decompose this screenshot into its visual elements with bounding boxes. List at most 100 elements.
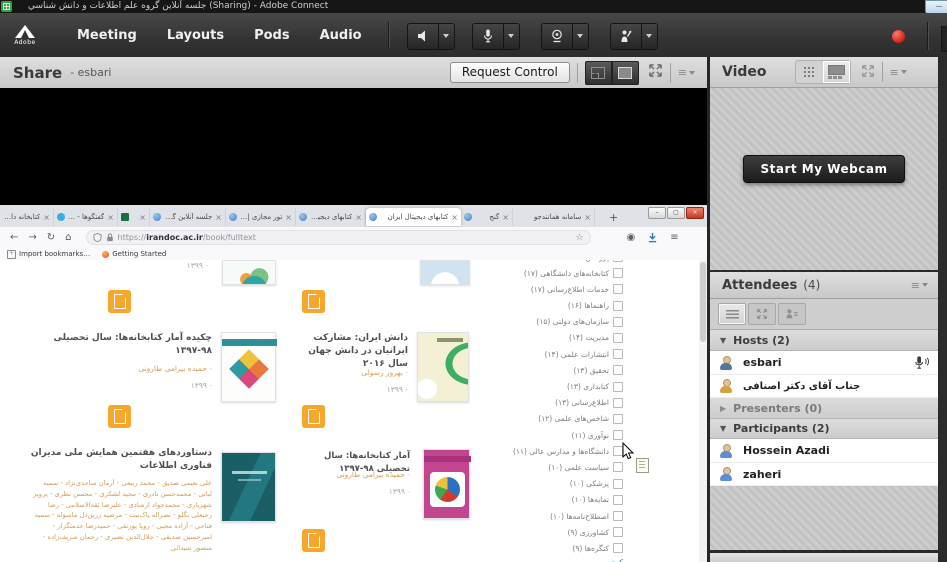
category-checkbox[interactable]: [613, 479, 623, 489]
share-pod-menu-button[interactable]: ≡: [678, 66, 695, 79]
home-icon[interactable]: ⌂: [65, 232, 71, 243]
video-fullscreen-button[interactable]: [861, 63, 875, 82]
new-tab-button[interactable]: +: [609, 211, 618, 224]
raise-hand-button[interactable]: [610, 23, 642, 50]
book-title[interactable]: دانش ایران: مشارکت ایرانیان در دانش جهان…: [288, 332, 408, 371]
category-item[interactable]: راهنماها (۱۶): [497, 301, 623, 311]
category-item[interactable]: پژوهش: [497, 260, 623, 262]
category-checkbox[interactable]: [613, 284, 623, 294]
menu-meeting[interactable]: Meeting: [77, 28, 137, 43]
category-item[interactable]: مدیریت (۱۴): [497, 333, 623, 343]
book-cover[interactable]: [221, 452, 276, 522]
browser-minimize-button[interactable]: –: [648, 207, 666, 219]
browser-close-button[interactable]: ×: [686, 207, 704, 219]
menubar-overflow-button[interactable]: [941, 26, 947, 52]
pdf-download-icon[interactable]: [108, 405, 131, 428]
speaker-button[interactable]: [407, 23, 439, 50]
request-control-button[interactable]: Request Control: [450, 62, 570, 83]
browser-tab[interactable]: کتابهای دیجیتال ایران ×: [296, 208, 366, 226]
tab-close-icon[interactable]: ×: [502, 213, 509, 222]
scrollbar-thumb[interactable]: [700, 262, 706, 342]
webcam-button[interactable]: [541, 23, 573, 50]
attendee-row[interactable]: esbari: [710, 351, 938, 375]
browser-tab-active[interactable]: کتابهای دیجیتال ایران ×: [366, 208, 461, 226]
book-cover[interactable]: [222, 260, 276, 285]
microphone-dropdown[interactable]: [504, 23, 520, 50]
browser-tab[interactable]: جلسه آنلاین گروه علم ×: [150, 208, 226, 226]
status-dropdown[interactable]: [642, 23, 658, 50]
pdf-download-icon[interactable]: [108, 290, 131, 313]
url-bar[interactable]: https://irandoc.ac.ir/book/fulltext ☆: [86, 230, 591, 245]
tab-close-icon[interactable]: ×: [215, 213, 222, 222]
category-checkbox[interactable]: [613, 382, 623, 392]
category-checkbox[interactable]: [613, 333, 623, 343]
category-checkbox[interactable]: [613, 398, 623, 408]
tab-close-icon[interactable]: ×: [584, 213, 591, 222]
category-checkbox[interactable]: [613, 317, 623, 327]
pdf-download-icon[interactable]: [302, 405, 325, 428]
book-cover[interactable]: [221, 332, 276, 402]
pdf-download-icon[interactable]: [302, 290, 325, 313]
tab-close-icon[interactable]: ×: [139, 213, 146, 222]
category-checkbox[interactable]: [613, 462, 623, 472]
forward-icon[interactable]: →: [28, 232, 36, 243]
pdf-download-icon[interactable]: [302, 529, 325, 552]
start-my-webcam-button[interactable]: Start My Webcam: [743, 155, 904, 183]
reload-icon[interactable]: ↻: [47, 232, 55, 243]
category-item[interactable]: تحقیق (۱۳): [497, 365, 623, 375]
hosts-section-header[interactable]: ▼ Hosts (2): [710, 330, 938, 351]
category-item[interactable]: خدمات اطلاع‌رسانی (۱۷): [497, 284, 623, 294]
category-checkbox[interactable]: [613, 527, 623, 537]
category-item[interactable]: نوآوری (۱۱): [497, 430, 623, 440]
attendee-row[interactable]: Hossein Azadi: [710, 439, 938, 463]
category-item[interactable]: دانشگاه‌ها و مدارس عالی (۱۱): [497, 446, 623, 456]
breakout-view-button[interactable]: [748, 303, 776, 325]
category-item[interactable]: اصطلاح‌نامه‌ها (۱۰): [497, 511, 623, 521]
tab-close-icon[interactable]: ×: [43, 213, 50, 222]
category-checkbox[interactable]: [613, 365, 623, 375]
book-title[interactable]: چکیده آمار کتابخانه‌ها: سال تحصیلی ۹۸-۱۳…: [30, 332, 212, 358]
browser-menu-icon[interactable]: ≡: [670, 232, 678, 243]
share-view-toggle-filled[interactable]: [612, 61, 639, 85]
menu-audio[interactable]: Audio: [320, 28, 362, 43]
download-icon[interactable]: [647, 232, 658, 243]
browser-tab[interactable]: ×: [118, 208, 150, 226]
extension-icon[interactable]: ◉: [627, 232, 636, 243]
show-less-link[interactable]: کمتر: [497, 558, 623, 562]
category-checkbox[interactable]: [613, 511, 623, 521]
browser-tab[interactable]: کتابخانه دانشگاه شهید بهشتی ×: [0, 208, 54, 226]
book-cover[interactable]: [420, 260, 470, 285]
os-minimize-button[interactable]: —: [925, 0, 947, 14]
filmstrip-view-button[interactable]: [823, 61, 850, 83]
video-pod-menu-button[interactable]: ≡: [890, 66, 907, 79]
category-checkbox[interactable]: [613, 349, 623, 359]
presenters-section-header[interactable]: ▶ Presenters (0): [710, 398, 938, 419]
participants-section-header[interactable]: ▼ Participants (2): [710, 419, 938, 439]
browser-tab[interactable]: سامانه همانندجو ×: [513, 208, 595, 226]
category-item[interactable]: نمایه‌ها (۱۰): [497, 495, 623, 505]
book-authors[interactable]: علی نعیمی صدیق - محمد ربیعی - آرمان ساجد…: [30, 478, 212, 562]
category-checkbox[interactable]: [613, 260, 623, 262]
category-item[interactable]: سیاست علمی (۱۰): [497, 462, 623, 472]
category-checkbox[interactable]: [613, 543, 623, 553]
category-item[interactable]: شاخص‌های علمی (۱۲): [497, 414, 623, 424]
category-checkbox[interactable]: [613, 268, 623, 278]
book-author[interactable]: بهروز رسولی: [288, 368, 408, 378]
attendees-pod-menu-button[interactable]: ≡: [911, 279, 928, 292]
import-bookmarks-link[interactable]: Import bookmarks…: [19, 250, 90, 258]
book-cover[interactable]: [417, 332, 469, 402]
speaker-dropdown[interactable]: [439, 23, 455, 50]
tab-close-icon[interactable]: ×: [355, 213, 362, 222]
category-item[interactable]: کنگره‌ها (۹): [497, 543, 623, 553]
category-item[interactable]: کتابخانه‌های دانشگاهی (۱۷): [497, 268, 623, 278]
microphone-button[interactable]: [472, 23, 504, 50]
tab-close-icon[interactable]: ×: [451, 213, 458, 222]
browser-maximize-button[interactable]: ▢: [667, 207, 685, 219]
category-item[interactable]: سازمان‌های دولتی (۱۵): [497, 317, 623, 327]
category-checkbox[interactable]: [613, 495, 623, 505]
tab-close-icon[interactable]: ×: [107, 213, 114, 222]
page-scrollbar[interactable]: [699, 260, 707, 562]
browser-tab[interactable]: گنج ×: [461, 208, 513, 226]
book-cover[interactable]: [423, 449, 470, 519]
category-checkbox[interactable]: [613, 301, 623, 311]
